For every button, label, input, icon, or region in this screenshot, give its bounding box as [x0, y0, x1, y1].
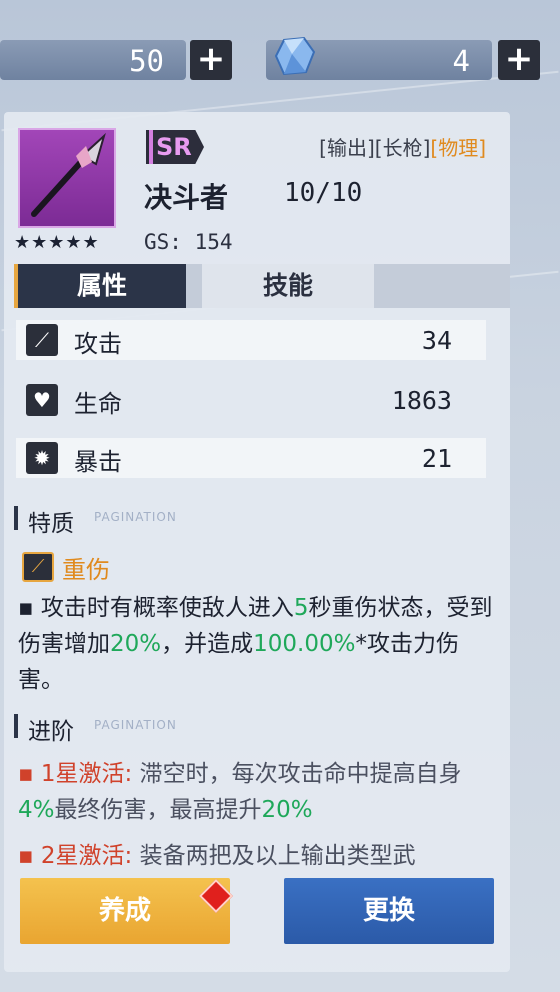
stat-row-hp: ♥ 生命 1863 — [16, 380, 486, 420]
section-title: 进阶 — [28, 719, 74, 745]
stat-label: 生命 — [74, 390, 122, 418]
desc-value: 20% — [110, 631, 162, 657]
heart-icon: ♥ — [26, 384, 58, 416]
add-stamina-button[interactable]: + — [190, 40, 232, 80]
desc-text: ，并造成 — [161, 631, 254, 657]
section-title: 特质 — [28, 511, 74, 537]
stat-row-crit: ✹ 暴击 21 — [16, 438, 486, 478]
star-rating: ★★★★★ — [14, 232, 100, 253]
advance-item-1: ▪ 1星激活: 滞空时，每次攻击命中提高自身 4%最终伤害，最高提升20% — [18, 756, 498, 828]
trait-section-header: 特质 PAGINATION — [14, 504, 214, 537]
stat-label: 攻击 — [74, 330, 122, 358]
bullet: ▪ — [18, 761, 41, 787]
gem-value: 4 — [452, 44, 470, 78]
tab-attributes[interactable]: 属性 — [14, 264, 186, 308]
stamina-counter: 50 — [0, 40, 186, 80]
tag-output: [输出] — [319, 136, 375, 160]
desc-value: 5 — [293, 595, 309, 621]
trait-description: ▪ 攻击时有概率使敌人进入5秒重伤状态，受到伤害增加20%，并造成100.00%… — [18, 590, 498, 698]
stat-value: 34 — [421, 326, 452, 355]
advance-text: 最终伤害，最高提升 — [54, 797, 262, 823]
advance-section-header: 进阶 PAGINATION — [14, 712, 214, 745]
section-bar — [14, 506, 18, 530]
stat-row-attack: ⟋ 攻击 34 — [16, 320, 486, 360]
pagination-label: PAGINATION — [94, 510, 177, 524]
sword-icon: ⟋ — [26, 324, 58, 356]
advance-value: 4% — [18, 797, 55, 823]
weapon-level: 10/10 — [284, 178, 363, 208]
tag-physical: [物理] — [430, 136, 486, 160]
spear-icon — [31, 132, 106, 217]
weapon-name: 决斗者 — [144, 181, 229, 214]
advance-value: 20% — [261, 797, 313, 823]
stat-value: 21 — [421, 444, 452, 473]
stat-label: 暴击 — [74, 448, 122, 476]
advance-item-2: ▪ 2星激活: 装备两把及以上输出类型武 — [18, 838, 498, 874]
burst-icon: ✹ — [26, 442, 58, 474]
replace-button[interactable]: 更换 — [284, 878, 494, 944]
bullet: ▪ — [18, 843, 41, 869]
advance-label: 2星激活: — [40, 843, 133, 869]
tab-skills[interactable]: 技能 — [202, 264, 374, 308]
detail-tabs: 属性 技能 — [14, 264, 510, 308]
gear-score: GS: 154 — [144, 230, 233, 254]
desc-value: 100.00% — [253, 631, 356, 657]
weapon-portrait — [18, 128, 116, 228]
crystal-icon — [274, 36, 316, 76]
stat-value: 1863 — [391, 386, 452, 415]
stamina-value: 50 — [129, 44, 164, 78]
trait-icon: ⟋ — [22, 552, 54, 582]
advance-text: 装备两把及以上输出类型武 — [132, 843, 416, 869]
develop-button[interactable]: 养成 — [20, 878, 230, 944]
pagination-label: PAGINATION — [94, 718, 177, 732]
trait-name: 重伤 — [62, 556, 110, 584]
section-bar — [14, 714, 18, 738]
weapon-tags: [输出][长枪][物理] — [319, 132, 486, 161]
rarity-badge: SR — [146, 130, 204, 164]
weapon-detail-panel: ★★★★★ SR [输出][长枪][物理] 决斗者 10/10 GS: 154 … — [4, 112, 510, 972]
advance-text: 滞空时，每次攻击命中提高自身 — [132, 761, 462, 787]
add-gem-button[interactable]: + — [498, 40, 540, 80]
desc-text: ▪ 攻击时有概率使敌人进入 — [18, 595, 294, 621]
tag-spear: [长枪] — [374, 136, 431, 160]
advance-label: 1星激活: — [40, 761, 133, 787]
